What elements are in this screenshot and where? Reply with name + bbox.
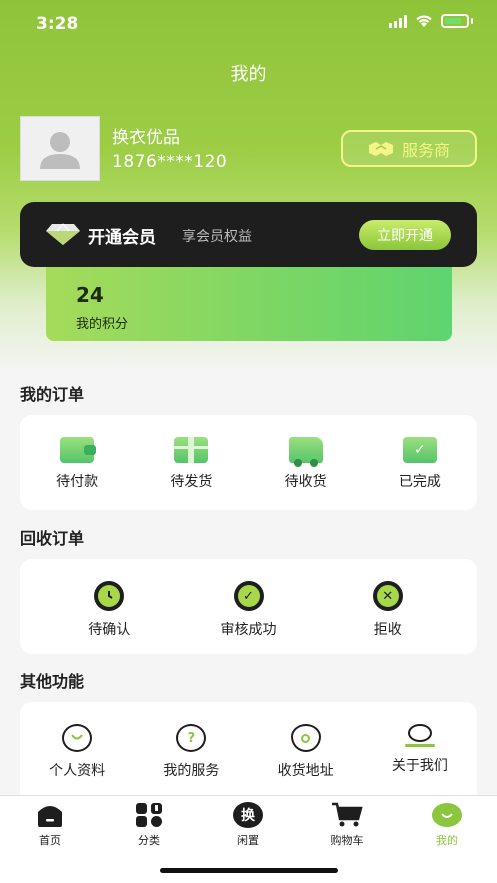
other-panel: 个人资料 ? 我的服务 收货地址 关于我们: [20, 702, 477, 795]
tab-cart[interactable]: 购物车: [307, 802, 387, 848]
tab-idle[interactable]: 换 闲置: [208, 802, 288, 848]
recycle-approved[interactable]: ✓ 审核成功: [199, 581, 299, 639]
vip-card: 开通会员 享会员权益 立即开通: [20, 202, 477, 267]
order-completed[interactable]: ✓ 已完成: [370, 437, 470, 491]
battery-icon: [441, 14, 469, 28]
other-section-title: 其他功能: [20, 672, 85, 691]
truck-icon: [288, 437, 323, 467]
exchange-icon: 换: [233, 802, 263, 828]
me-icon: [432, 803, 462, 827]
recycle-panel: 待确认 ✓ 审核成功 ✕ 拒收: [20, 559, 477, 654]
status-icons: [389, 14, 473, 28]
service-provider-label: 服务商: [401, 140, 450, 160]
tab-category[interactable]: 分类: [109, 802, 189, 848]
wifi-icon: [416, 15, 432, 27]
vip-open-button[interactable]: 立即开通: [359, 220, 451, 250]
recycle-pending-confirm[interactable]: 待确认: [59, 581, 159, 639]
vip-subtitle: 享会员权益: [182, 229, 252, 245]
home-icon: [38, 806, 62, 827]
page-title: 我的: [230, 64, 267, 85]
user-placeholder-icon: [40, 131, 80, 169]
cart-icon: [332, 802, 363, 827]
recycle-rejected[interactable]: ✕ 拒收: [338, 581, 438, 639]
x-icon: ✕: [372, 581, 403, 611]
orders-panel: 待付款 待发货 待收货 ✓ 已完成: [20, 415, 477, 510]
order-pending-receipt[interactable]: 待收货: [256, 437, 356, 491]
vip-title: 开通会员: [88, 228, 156, 248]
tab-me[interactable]: 我的: [407, 802, 487, 848]
points-value: 24: [76, 283, 104, 307]
user-phone: 1876****120: [112, 152, 228, 172]
handshake-icon: [368, 141, 393, 156]
location-icon: [290, 724, 321, 752]
clock-icon: [94, 581, 125, 611]
points-label: 我的积分: [76, 317, 129, 332]
clipboard-check-icon: ✓: [402, 437, 437, 463]
category-icon: [136, 803, 162, 827]
address-item[interactable]: 收货地址: [256, 724, 356, 780]
status-time: 3:28: [36, 14, 79, 34]
wallet-icon: [60, 437, 97, 463]
check-icon: ✓: [233, 581, 264, 611]
help-icon: ?: [176, 724, 207, 752]
diamond-icon: [46, 223, 80, 245]
home-indicator: [160, 868, 338, 873]
about-icon: [404, 724, 435, 747]
status-bar: 3:28: [0, 0, 497, 50]
my-service-item[interactable]: ? 我的服务: [141, 724, 241, 780]
signal-icon: [389, 14, 407, 28]
profile-icon: [62, 724, 93, 752]
package-icon: [174, 437, 209, 463]
service-provider-button[interactable]: 服务商: [341, 130, 477, 167]
avatar[interactable]: [20, 116, 100, 181]
points-card[interactable]: 24 我的积分: [46, 267, 452, 341]
recycle-section-title: 回收订单: [20, 529, 85, 548]
tab-home[interactable]: 首页: [10, 802, 90, 848]
about-item[interactable]: 关于我们: [370, 724, 470, 775]
orders-section-title: 我的订单: [20, 385, 85, 404]
order-pending-shipment[interactable]: 待发货: [141, 437, 241, 491]
order-pending-payment[interactable]: 待付款: [27, 437, 127, 491]
profile-item[interactable]: 个人资料: [27, 724, 127, 780]
user-name: 换衣优品: [112, 128, 180, 148]
